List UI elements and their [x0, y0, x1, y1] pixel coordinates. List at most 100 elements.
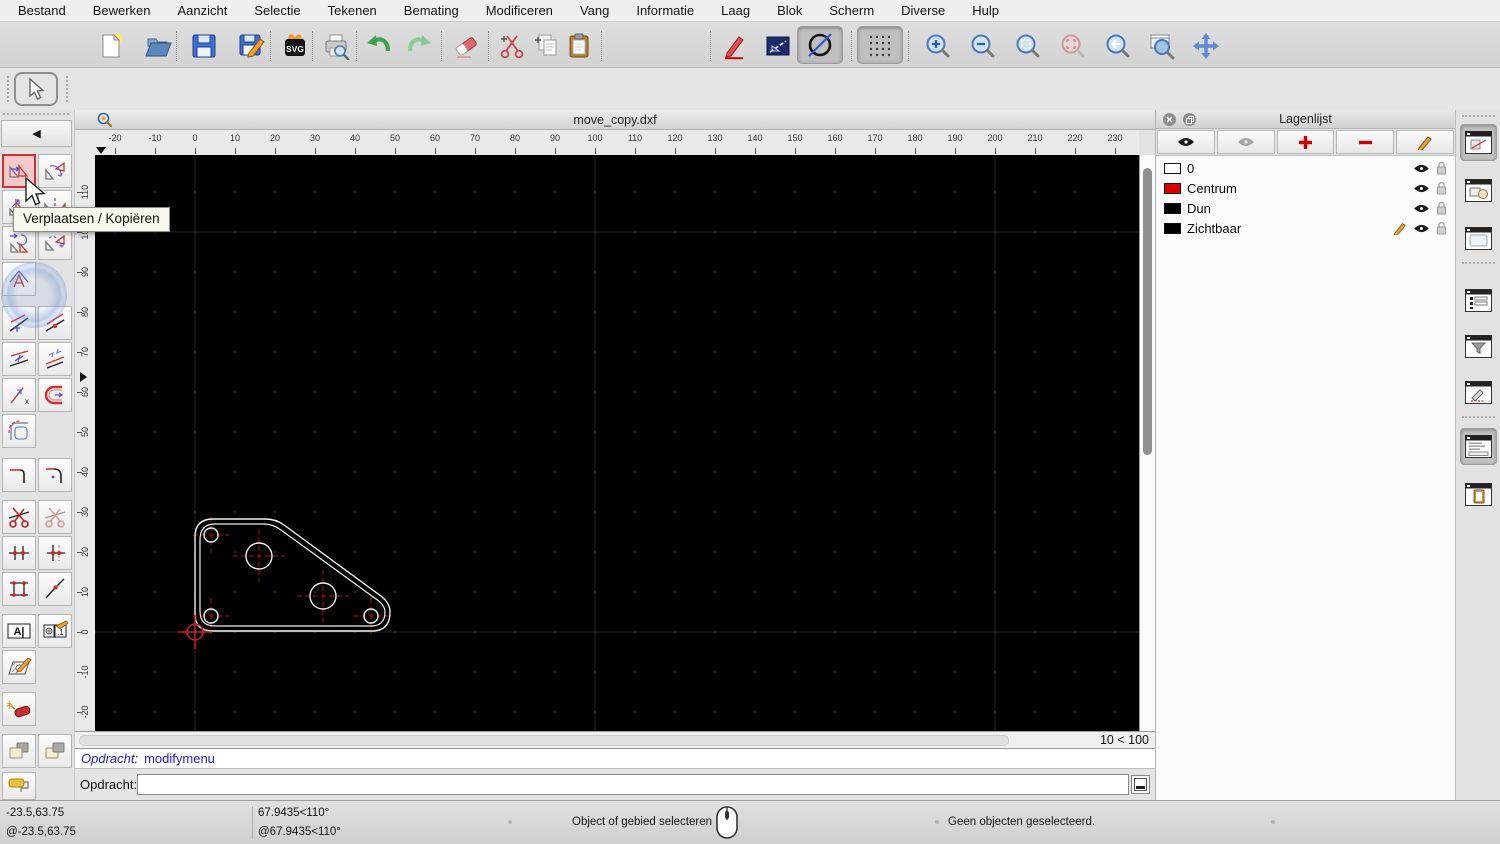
tool-break-out[interactable] [38, 572, 72, 606]
tool-round[interactable] [2, 414, 36, 448]
toggle-selection-filter-button[interactable] [1460, 328, 1497, 365]
tool-order-back[interactable] [38, 734, 72, 768]
menu-bewerken[interactable]: Bewerken [93, 3, 151, 18]
toggle-clipboard-panel-button[interactable] [1460, 476, 1497, 513]
grid-toggle-button[interactable] [857, 26, 903, 64]
tool-edit-text[interactable]: A| [2, 614, 36, 648]
toolbar-drag-handle[interactable] [7, 76, 9, 102]
print-preview-button[interactable] [318, 28, 354, 64]
undo-button[interactable] [361, 28, 397, 64]
draft-line-mode-button[interactable] [760, 28, 796, 64]
palette-drag-handle[interactable] [3, 113, 69, 115]
tool-lengthen-x[interactable]: x [2, 378, 36, 412]
tool-trim[interactable] [2, 306, 36, 340]
menu-hulp[interactable]: Hulp [972, 3, 999, 18]
zoom-window-button[interactable] [1144, 28, 1180, 64]
command-options-button[interactable] [1131, 775, 1150, 794]
menu-laag[interactable]: Laag [721, 3, 750, 18]
palette-back-button[interactable]: ◀ [1, 120, 72, 147]
menu-tekenen[interactable]: Tekenen [328, 3, 377, 18]
layer-visible-icon[interactable] [1413, 203, 1430, 214]
menu-bemating[interactable]: Bemating [404, 3, 459, 18]
zoom-previous-button[interactable] [1100, 28, 1136, 64]
layer-lock-icon[interactable] [1436, 181, 1447, 195]
layer-visible-icon[interactable] [1413, 223, 1430, 234]
zoom-in-button[interactable] [920, 28, 956, 64]
toolbar-drag-handle[interactable] [66, 76, 68, 102]
document-titlebar[interactable]: move_copy.dxf [75, 110, 1155, 130]
toggle-command-line-button[interactable] [1460, 428, 1497, 465]
copy-button[interactable] [529, 28, 565, 64]
tool-edit-dimension[interactable]: .1 [38, 614, 72, 648]
menu-modificeren[interactable]: Modificeren [486, 3, 553, 18]
toggle-block-list-button[interactable] [1460, 172, 1497, 209]
show-all-layers-button[interactable] [1157, 130, 1215, 154]
toggle-layer-list-button[interactable] [1460, 124, 1497, 161]
vertical-scrollbar-thumb[interactable] [1143, 168, 1152, 455]
tool-lengthen[interactable] [38, 306, 72, 340]
tool-revert-direction[interactable] [2, 262, 36, 296]
layer-row-zichtbaar[interactable]: Zichtbaar [1156, 218, 1455, 238]
command-input[interactable] [137, 774, 1129, 795]
tool-extend-two[interactable] [38, 342, 72, 376]
menu-vang[interactable]: Vang [580, 3, 609, 18]
layer-lock-icon[interactable] [1436, 221, 1447, 235]
cad-canvas[interactable] [95, 155, 1139, 731]
cut-button[interactable] [494, 28, 530, 64]
vertical-scrollbar[interactable] [1139, 155, 1155, 731]
horizontal-scrollbar-thumb[interactable] [79, 735, 1009, 746]
tool-offset[interactable] [38, 378, 72, 412]
zoom-auto-button[interactable] [1010, 28, 1046, 64]
menu-informatie[interactable]: Informatie [636, 3, 694, 18]
delete-button[interactable] [448, 28, 484, 64]
tool-cut-inactive[interactable] [38, 500, 72, 534]
tool-round-corner[interactable] [38, 458, 72, 492]
toggle-pen-toolbar-button[interactable] [1460, 374, 1497, 411]
tool-cut[interactable] [2, 500, 36, 534]
layer-lock-icon[interactable] [1436, 161, 1447, 175]
layer-row-dun[interactable]: Dun [1156, 198, 1455, 218]
tool-rotate[interactable] [38, 154, 72, 188]
edit-layer-button[interactable] [1396, 130, 1454, 154]
tool-bevel[interactable] [2, 458, 36, 492]
tool-order-front[interactable] [2, 734, 36, 768]
tool-stretch[interactable] [2, 572, 36, 606]
menu-blok[interactable]: Blok [777, 3, 802, 18]
menu-aanzicht[interactable]: Aanzicht [178, 3, 228, 18]
menu-selectie[interactable]: Selectie [254, 3, 300, 18]
tool-explode[interactable] [2, 692, 36, 726]
tool-divide-two[interactable] [38, 536, 72, 570]
select-arrow-button[interactable] [14, 72, 58, 106]
add-layer-button[interactable] [1276, 130, 1335, 154]
tool-edit-hatch[interactable] [2, 650, 36, 684]
draw-pencil-button[interactable] [716, 28, 752, 64]
toggle-entity-list-button[interactable] [1460, 282, 1497, 319]
layer-row-0[interactable]: 0 [1156, 158, 1455, 178]
pan-button[interactable] [1188, 28, 1224, 64]
menu-diverse[interactable]: Diverse [901, 3, 945, 18]
remove-layer-button[interactable] [1336, 130, 1395, 154]
layer-lock-icon[interactable] [1436, 201, 1447, 215]
menu-bestand[interactable]: Bestand [18, 3, 66, 18]
layer-visible-icon[interactable] [1413, 163, 1430, 174]
save-as-button[interactable] [233, 28, 269, 64]
draft-circle-mode-button[interactable] [797, 26, 843, 64]
tool-properties-paint[interactable] [2, 772, 36, 800]
layer-visible-icon[interactable] [1413, 183, 1430, 194]
open-file-button[interactable] [140, 28, 176, 64]
menu-scherm[interactable]: Scherm [829, 3, 874, 18]
tool-move-copy[interactable] [2, 154, 36, 188]
hide-all-layers-button[interactable] [1216, 130, 1275, 154]
horizontal-scrollbar[interactable]: 10 < 100 [75, 731, 1155, 748]
layer-panel-header[interactable]: Lagenlijst [1156, 110, 1455, 129]
zoom-selection-button[interactable] [1055, 28, 1091, 64]
toggle-library-browser-button[interactable] [1460, 220, 1497, 257]
layer-row-centrum[interactable]: Centrum [1156, 178, 1455, 198]
strip-drag-handle[interactable] [1462, 115, 1495, 117]
paste-button[interactable] [561, 28, 597, 64]
svg-export-button[interactable]: SVG [277, 28, 313, 64]
save-button[interactable] [186, 28, 222, 64]
tool-trim-two[interactable] [2, 342, 36, 376]
new-file-button[interactable] [93, 28, 129, 64]
redo-button[interactable] [401, 28, 437, 64]
